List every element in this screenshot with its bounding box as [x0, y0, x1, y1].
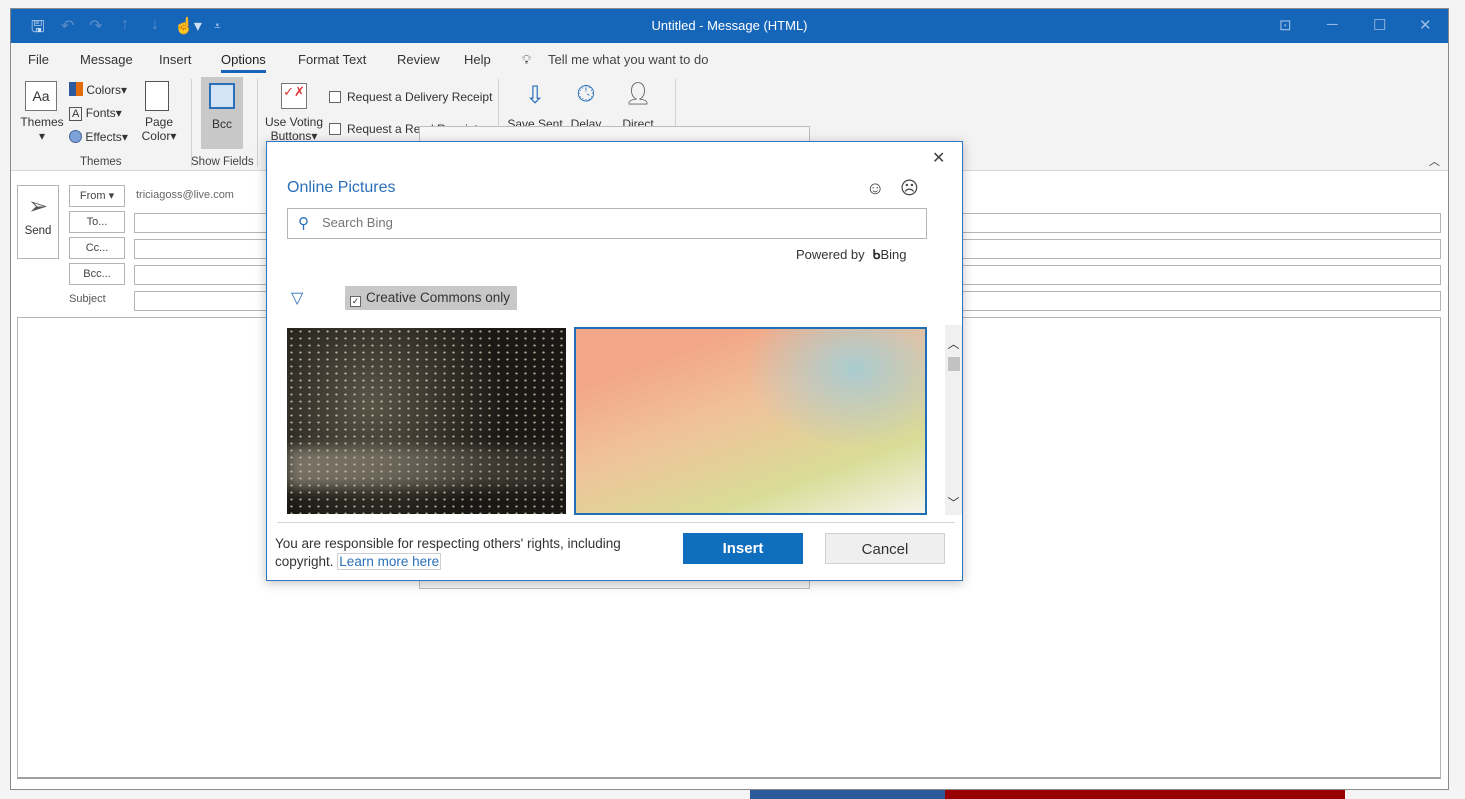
powered-by-label: Powered by — [796, 247, 865, 262]
image-result-gradient-selected[interactable] — [574, 327, 927, 515]
tab-message[interactable]: Message — [80, 52, 133, 67]
window-title: Untitled - Message (HTML) — [651, 18, 808, 33]
creative-commons-checkbox[interactable]: ✓ Creative Commons only — [345, 286, 518, 310]
themes-button[interactable]: Themes ▾ — [19, 115, 65, 143]
image-result-sparkles[interactable] — [287, 328, 566, 514]
cancel-button[interactable]: Cancel — [825, 533, 945, 564]
close-icon[interactable]: ✕ — [1419, 16, 1432, 34]
effects-icon — [69, 130, 82, 143]
scrollbar-thumb[interactable] — [948, 357, 960, 371]
delivery-receipt-checkbox[interactable]: Request a Delivery Receipt — [329, 90, 492, 104]
checkbox-checked-icon: ✓ — [350, 296, 361, 307]
to-button[interactable]: To... — [69, 211, 125, 233]
themes-group-label: Themes — [80, 156, 122, 168]
minimize-icon[interactable]: ─ — [1327, 16, 1338, 33]
voting-label: Use Voting — [264, 115, 324, 129]
bing-label: Bing — [880, 247, 907, 262]
colors-icon — [69, 82, 83, 96]
tab-format-text[interactable]: Format Text — [298, 52, 366, 67]
direct-replies-icon: 👤︎ — [624, 81, 652, 106]
voting-buttons-button[interactable]: Use Voting Buttons▾ — [263, 115, 325, 143]
divider — [277, 522, 955, 523]
delivery-receipt-label: Request a Delivery Receipt — [347, 90, 493, 104]
tab-help[interactable]: Help — [464, 52, 491, 67]
fonts-icon: A — [69, 107, 83, 121]
fonts-button[interactable]: A Fonts▾ — [69, 106, 122, 121]
page-color-icon — [145, 81, 169, 111]
search-box[interactable]: ⚲ — [287, 208, 927, 239]
tab-insert[interactable]: Insert — [159, 52, 192, 67]
from-button[interactable]: From ▾ — [69, 185, 125, 207]
creative-commons-label: Creative Commons only — [366, 290, 511, 305]
themes-icon: Aa — [25, 81, 57, 111]
fonts-label: Fonts — [85, 106, 116, 120]
effects-button[interactable]: Effects▾ — [69, 130, 128, 144]
colors-label: Colors — [86, 83, 122, 97]
tab-review[interactable]: Review — [397, 52, 440, 67]
themes-label: Themes — [20, 115, 64, 129]
insert-button[interactable]: Insert — [683, 533, 803, 564]
page-color-label-2: Color — [141, 129, 171, 143]
online-pictures-dialog: ✕ Online Pictures ☺ ☹ ⚲ Powered by ᑲBing… — [266, 141, 963, 581]
bcc-icon — [209, 83, 235, 109]
maximize-icon[interactable]: ☐ — [1373, 16, 1386, 34]
learn-more-link[interactable]: Learn more here — [337, 553, 442, 570]
title-bar: 🖫 ↶ ↷ ↑ ↓ ☝▾ ⩡ Untitled - Message (HTML)… — [11, 9, 1448, 43]
menu-bar: File Message Insert Options Format Text … — [11, 43, 1448, 73]
save-sent-button[interactable]: ⇩ Save Sent — [507, 81, 563, 131]
tab-file[interactable]: File — [28, 52, 49, 67]
bcc-button[interactable]: Bcc — [201, 77, 243, 149]
bcc-field-button[interactable]: Bcc... — [69, 263, 125, 285]
close-icon[interactable]: ✕ — [932, 148, 945, 168]
colors-button[interactable]: Colors▾ — [69, 82, 127, 97]
effects-label: Effects — [85, 130, 122, 144]
ribbon-display-icon[interactable]: ⊡ — [1279, 16, 1292, 34]
disclaimer-text: You are responsible for respecting other… — [275, 536, 621, 569]
frown-feedback-icon[interactable]: ☹ — [900, 178, 919, 199]
from-label: From — [79, 190, 106, 202]
direct-replies-button[interactable]: 👤︎ Direct — [618, 81, 658, 131]
search-input[interactable] — [322, 215, 912, 230]
search-icon: ⚲ — [298, 215, 309, 232]
scroll-down-icon[interactable]: ﹀ — [945, 494, 962, 511]
gradient-highlight — [745, 329, 925, 449]
delay-clock-icon: 🕓︎ — [577, 81, 595, 106]
send-icon: ➢ — [27, 193, 49, 220]
subject-label: Subject — [69, 293, 106, 305]
show-fields-group-label: Show Fields — [191, 156, 254, 168]
voting-icon: ✓✗ — [281, 83, 307, 109]
dialog-title: Online Pictures — [287, 179, 396, 196]
collapse-ribbon-icon[interactable]: ︿ — [1429, 153, 1440, 169]
powered-by-bing: Powered by ᑲBing — [796, 247, 906, 263]
divider — [191, 79, 192, 167]
send-button[interactable]: ➢ Send — [17, 185, 59, 259]
bcc-label: Bcc — [211, 117, 232, 131]
filter-icon[interactable]: ▽ — [291, 288, 303, 308]
light-streak — [287, 448, 566, 488]
scroll-up-icon[interactable]: ︿ — [945, 335, 962, 352]
scrollbar[interactable]: ︿ ﹀ — [945, 325, 962, 515]
cc-button[interactable]: Cc... — [69, 237, 125, 259]
background-image-fragment — [750, 790, 945, 799]
save-sent-icon: ⇩ — [524, 82, 546, 109]
background-image-fragment — [945, 790, 1345, 799]
rights-disclaimer: You are responsible for respecting other… — [275, 535, 675, 571]
from-address: triciagoss@live.com — [136, 189, 234, 201]
send-label: Send — [24, 225, 52, 237]
page-color-label: Page — [144, 115, 174, 129]
page-color-button[interactable]: Page Color▾ — [135, 115, 183, 143]
tell-me-search[interactable]: Tell me what you want to do — [548, 52, 708, 67]
delay-button[interactable]: 🕓︎ Delay — [566, 81, 606, 131]
tab-options[interactable]: Options — [221, 52, 266, 73]
lightbulb-icon: 💡︎ — [522, 52, 532, 67]
divider — [257, 79, 258, 167]
smile-feedback-icon[interactable]: ☺ — [866, 178, 884, 199]
